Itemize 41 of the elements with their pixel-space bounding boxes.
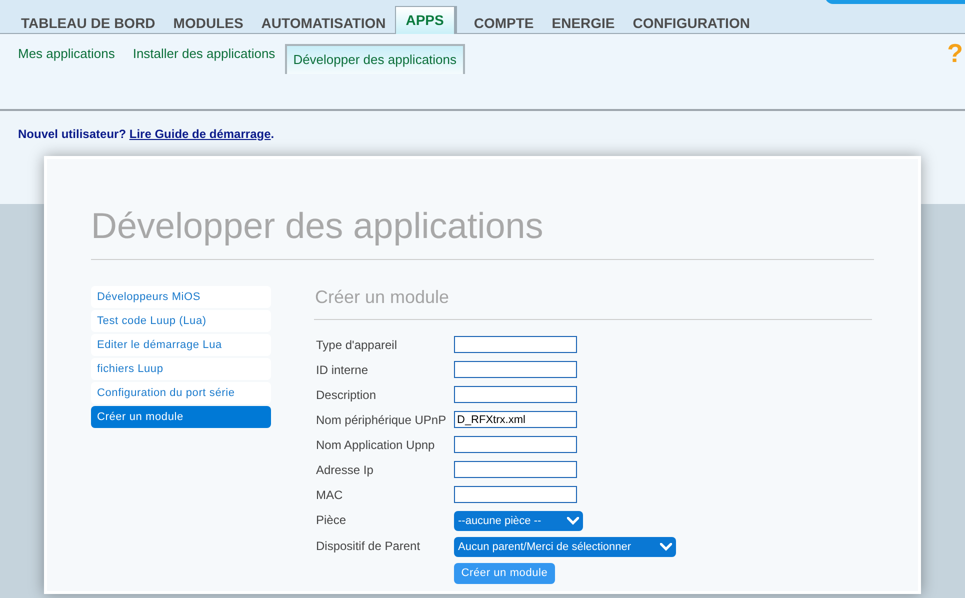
nav-tab[interactable]: MODULES [164, 7, 252, 33]
sub-nav-tab[interactable]: Mes applications [10, 42, 123, 66]
sidebar-item[interactable]: Développeurs MiOS [91, 286, 271, 308]
page-title: Développer des applications [91, 199, 874, 260]
text-field[interactable] [454, 436, 577, 453]
sidebar-item[interactable]: Editer le démarrage Lua [91, 334, 271, 356]
create-module-button[interactable]: Créer un module [454, 563, 555, 584]
nav-tab[interactable]: APPS [394, 6, 457, 34]
dropdown[interactable]: Aucun parent/Merci de sélectionner [454, 537, 676, 557]
sidebar-item[interactable]: Créer un module [91, 406, 271, 428]
text-field[interactable]: D_RFXtrx.xml [454, 411, 577, 428]
nav-tab[interactable]: AUTOMATISATION [252, 7, 395, 33]
text-field[interactable] [454, 361, 577, 378]
sub-nav-tab[interactable]: Développer des applications [285, 44, 465, 74]
field-label: Type d'appareil [315, 336, 398, 354]
text-field[interactable] [454, 486, 577, 503]
sidebar-item[interactable]: Test code Luup (Lua) [91, 310, 271, 332]
nav-tab[interactable]: COMPTE [464, 7, 543, 33]
form-title: Créer un module [314, 284, 872, 320]
field-label: Adresse Ip [315, 462, 374, 478]
field-label: ID interne [315, 362, 370, 378]
notice-text: Nouvel utilisateur? Lire Guide de démarrage. [18, 126, 274, 142]
chevron-down-icon [660, 543, 672, 551]
field-label: Description [315, 386, 378, 404]
sidebar-item[interactable]: fichiers Luup [91, 358, 271, 380]
dropdown[interactable]: --aucune pièce -- [454, 511, 583, 531]
field-label: MAC [315, 486, 344, 504]
field-label: Nom périphérique UPnP [315, 412, 448, 428]
nav-tab[interactable]: TABLEAU DE BORD [12, 7, 164, 33]
sidebar-item[interactable]: Configuration du port série [91, 382, 271, 404]
field-label: Dispositif de Parent [315, 538, 422, 555]
nav-tab[interactable]: ENERGIE [542, 7, 624, 33]
text-field[interactable] [454, 336, 577, 353]
field-label: Pièce [315, 512, 348, 529]
text-field[interactable] [454, 461, 577, 478]
nav-tab[interactable]: CONFIGURATION [624, 7, 759, 33]
field-label: Nom Application Upnp [315, 436, 436, 454]
chevron-down-icon [567, 517, 579, 525]
text-field[interactable] [454, 386, 577, 403]
sub-nav-tab[interactable]: Installer des applications [124, 42, 284, 66]
guide-link[interactable]: Lire Guide de démarrage [129, 126, 271, 140]
